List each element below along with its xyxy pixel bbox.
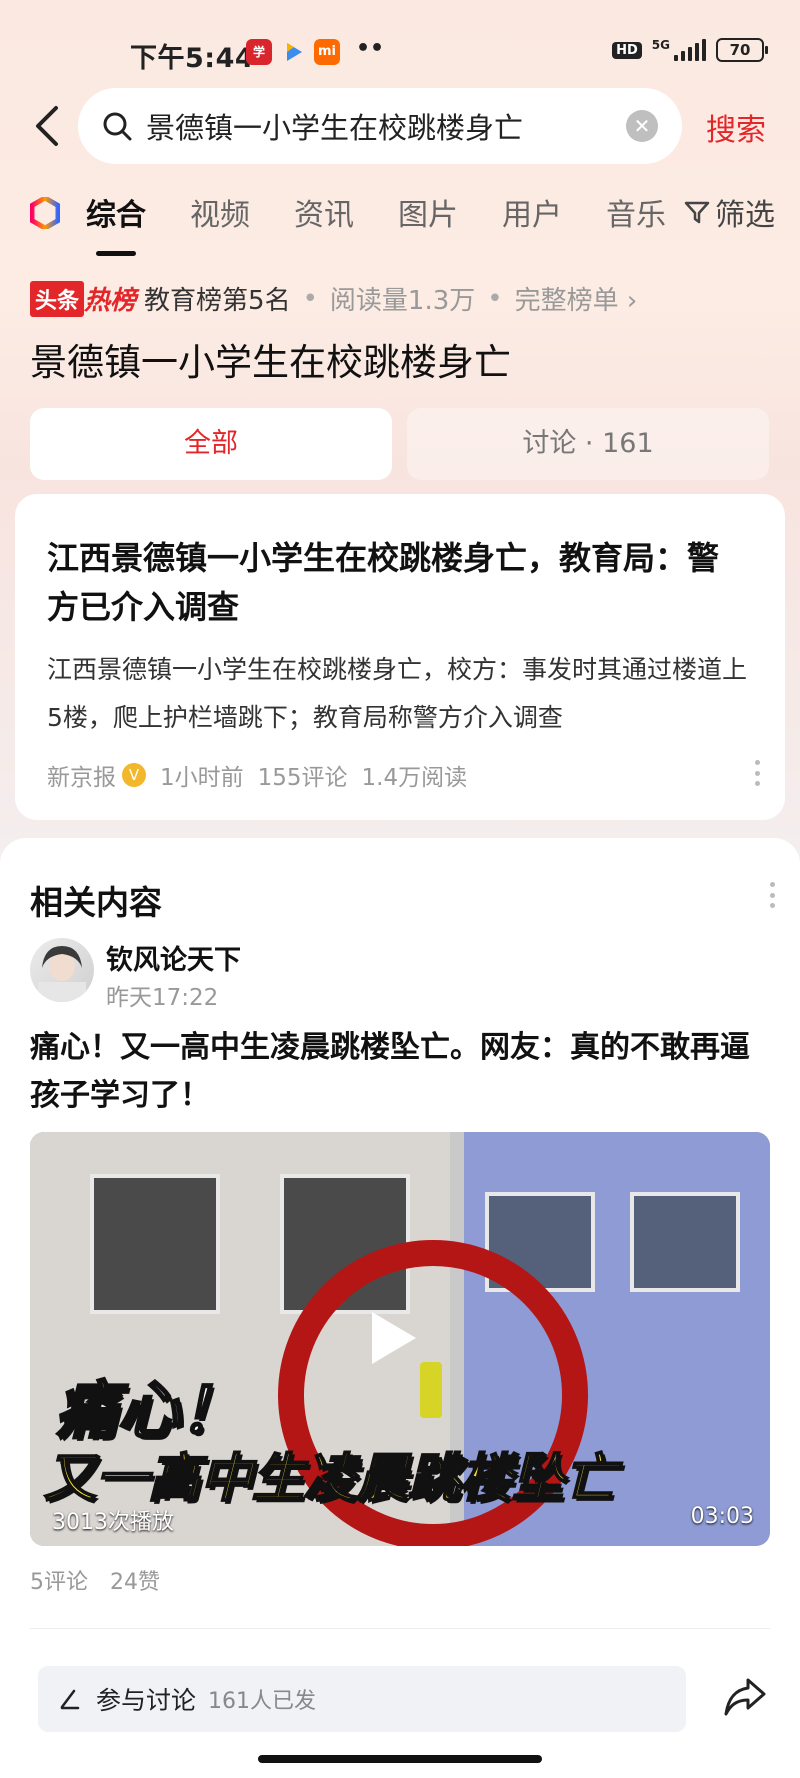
- pen-icon: [60, 1689, 80, 1710]
- post-time: 昨天17:22: [106, 985, 219, 1011]
- filter-icon: [684, 201, 710, 224]
- ai-logo-icon[interactable]: [29, 195, 61, 231]
- filter-label: 筛选: [715, 198, 775, 233]
- search-icon: [103, 112, 132, 141]
- news-meta: 新京报 V 1小时前 155评论 1.4万阅读: [47, 758, 467, 792]
- share-icon: [724, 1678, 766, 1716]
- search-button[interactable]: 搜索: [706, 105, 766, 149]
- rank-text: 教育榜第5名: [144, 286, 291, 316]
- signal-icon: [674, 39, 706, 61]
- video-views: 3013次播放: [52, 1510, 174, 1535]
- news-time: 1小时前: [160, 765, 244, 791]
- toutiao-badge: 头条: [30, 280, 85, 317]
- tab-images[interactable]: 图片: [398, 190, 458, 234]
- avatar[interactable]: [30, 938, 94, 1002]
- comment-input[interactable]: 参与讨论 161人已发: [38, 1666, 686, 1732]
- topic-title: 景德镇一小学生在校跳楼身亡: [30, 341, 511, 384]
- segment-all[interactable]: 全部: [30, 408, 392, 480]
- video-duration: 03:03: [690, 1504, 754, 1529]
- video-caption-2: 又一高中生凌晨跳楼坠亡: [43, 1448, 617, 1510]
- hot-rank-row[interactable]: 头条 热榜 教育榜第5名 • 阅读量1.3万 • 完整榜单 ›: [30, 280, 637, 317]
- home-indicator[interactable]: [258, 1755, 542, 1763]
- category-tabs: 综合 视频 资讯 图片 用户 音乐 筛选: [29, 190, 775, 256]
- verified-icon: V: [122, 763, 146, 787]
- video-app-icon: [280, 39, 306, 65]
- app-icon-xuexi: 学: [246, 39, 272, 65]
- author-name[interactable]: 钦风论天下: [106, 938, 241, 977]
- hot-list-badge: 热榜: [84, 286, 137, 316]
- hd-icon: HD: [612, 41, 642, 59]
- mi-app-icon: mi: [314, 39, 340, 65]
- status-time: 下午5:44: [130, 43, 255, 74]
- tab-comprehensive[interactable]: 综合: [86, 190, 146, 256]
- related-title: 相关内容: [30, 883, 162, 922]
- search-input[interactable]: 景德镇一小学生在校跳楼身亡 ✕: [78, 88, 682, 164]
- post-title[interactable]: 痛心！又一高中生凌晨跳楼坠亡。网友：真的不敢再逼孩子学习了！: [30, 1024, 770, 1120]
- news-comments: 155评论: [257, 765, 348, 791]
- battery-icon: 70: [716, 38, 768, 62]
- news-card[interactable]: 江西景德镇一小学生在校跳楼身亡，教育局：警方已介入调查 江西景德镇一小学生在校跳…: [15, 494, 785, 820]
- comment-count: 161人已发: [208, 1689, 317, 1714]
- comment-label: 参与讨论: [96, 1686, 197, 1715]
- share-button[interactable]: [722, 1674, 768, 1720]
- back-icon: [36, 106, 58, 146]
- more-notifications-icon: ••: [356, 36, 385, 61]
- full-list-link[interactable]: 完整榜单 ›: [515, 280, 638, 317]
- read-count: 阅读量1.3万: [329, 286, 476, 316]
- tab-news[interactable]: 资讯: [294, 190, 354, 234]
- related-more-icon[interactable]: [770, 882, 776, 908]
- related-panel: 相关内容 钦风论天下 昨天17:22 痛心！又一高中生凌晨跳楼坠亡。网友：真的不…: [0, 838, 800, 1778]
- segment-discussion[interactable]: 讨论 · 161: [407, 408, 769, 480]
- status-right: HD 5G 70: [612, 38, 768, 62]
- news-summary: 江西景德镇一小学生在校跳楼身亡，校方：事发时其通过楼道上5楼，爬上护栏墙跳下；教…: [47, 655, 748, 732]
- news-reads: 1.4万阅读: [361, 765, 468, 791]
- network-label: 5G: [651, 38, 670, 52]
- tab-video[interactable]: 视频: [190, 190, 250, 234]
- play-icon[interactable]: [372, 1312, 416, 1364]
- news-title[interactable]: 江西景德镇一小学生在校跳楼身亡，教育局：警方已介入调查: [47, 534, 747, 632]
- tab-music[interactable]: 音乐: [606, 190, 666, 234]
- search-query[interactable]: 景德镇一小学生在校跳楼身亡: [146, 105, 626, 147]
- video-player[interactable]: 痛心！ 又一高中生凌晨跳楼坠亡 3013次播放 03:03: [30, 1132, 770, 1546]
- news-source[interactable]: 新京报: [47, 758, 116, 792]
- tab-users[interactable]: 用户: [502, 190, 562, 234]
- filter-button[interactable]: 筛选: [683, 190, 775, 234]
- clear-icon[interactable]: ✕: [626, 110, 658, 142]
- more-options-icon[interactable]: [755, 760, 761, 786]
- post-stats: 5评论 24赞: [30, 1570, 160, 1595]
- back-button[interactable]: [30, 104, 70, 148]
